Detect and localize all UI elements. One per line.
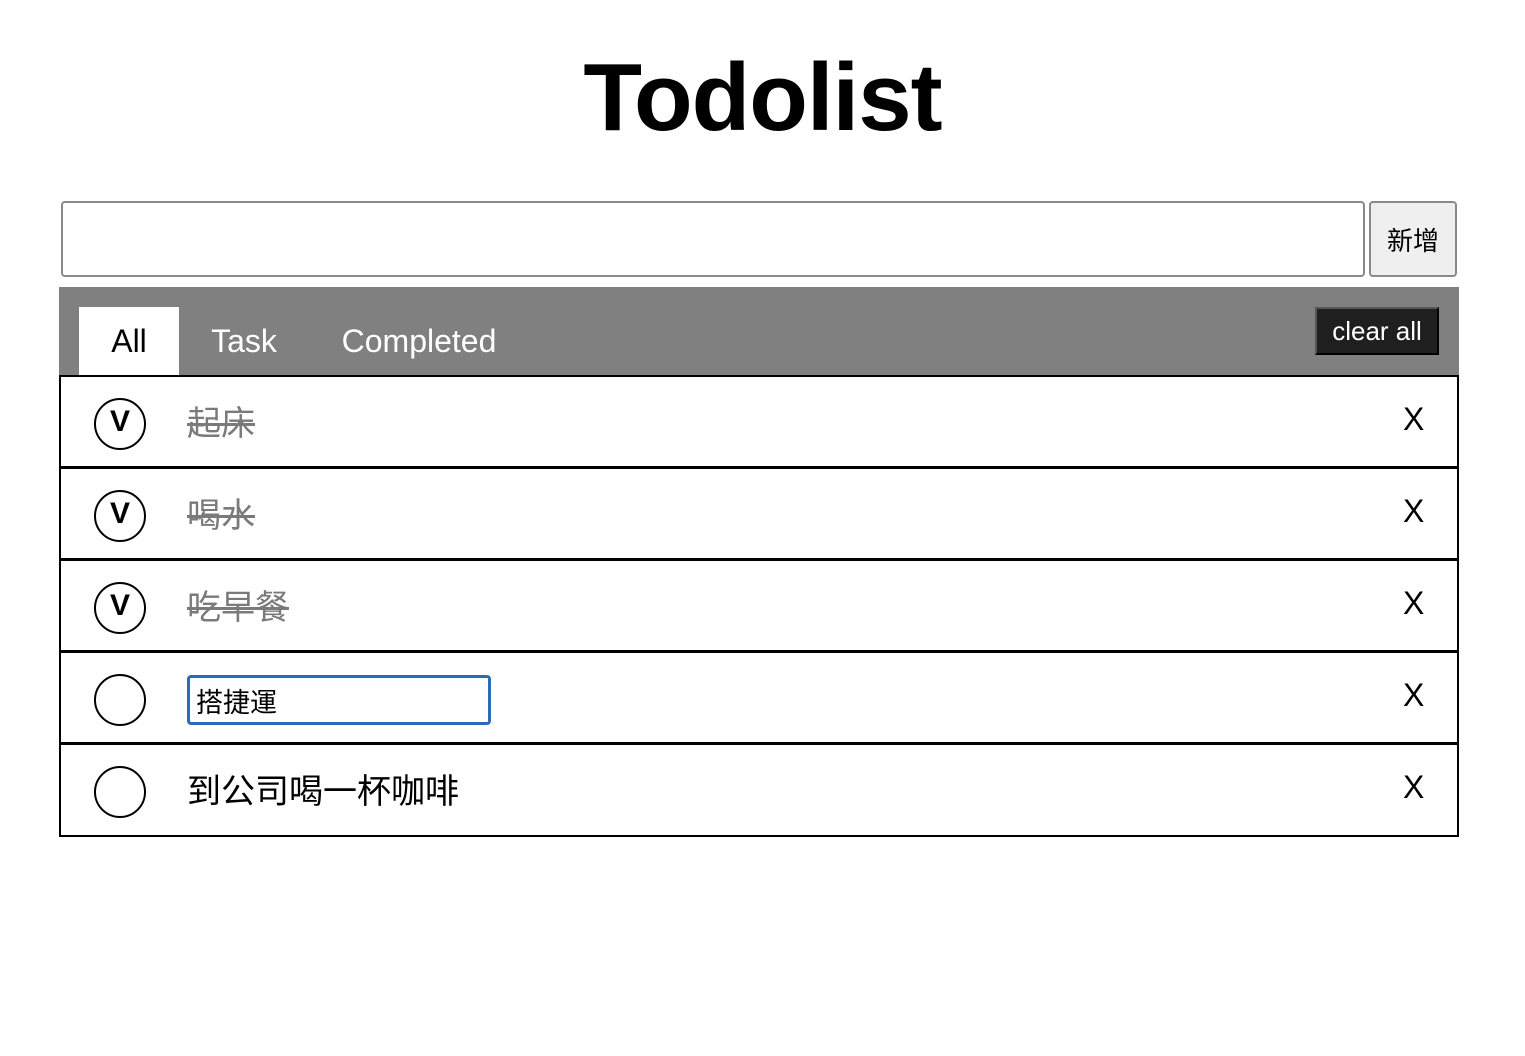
delete-button[interactable]: X	[1403, 765, 1424, 809]
tab-completed[interactable]: Completed	[329, 307, 509, 376]
tab-all[interactable]: All	[79, 307, 179, 376]
delete-button[interactable]: X	[1403, 489, 1424, 533]
todo-text[interactable]: 吃早餐	[187, 586, 289, 630]
todo-text[interactable]: 起床	[187, 402, 255, 446]
complete-toggle[interactable]: V	[94, 490, 146, 542]
clear-all-button[interactable]: clear all	[1315, 307, 1439, 355]
todo-edit-input[interactable]	[187, 675, 491, 725]
todo-text[interactable]: 喝水	[187, 494, 255, 538]
todo-item: V 吃早餐 X	[61, 559, 1457, 651]
tab-bar: All Task Completed clear all	[59, 287, 1459, 376]
complete-toggle[interactable]: V	[94, 398, 146, 450]
complete-toggle[interactable]: V	[94, 582, 146, 634]
todo-item: V 喝水 X	[61, 467, 1457, 559]
tab-task[interactable]: Task	[192, 307, 296, 376]
page-title: Todolist	[583, 44, 942, 151]
add-todo-form: 新增	[61, 201, 1457, 277]
complete-toggle[interactable]	[94, 674, 146, 726]
todo-item: 到公司喝一杯咖啡 X	[61, 743, 1457, 835]
add-button[interactable]: 新增	[1369, 201, 1457, 277]
new-todo-input[interactable]	[61, 201, 1365, 277]
todo-item: V 起床 X	[61, 375, 1457, 467]
delete-button[interactable]: X	[1403, 581, 1424, 625]
todo-list: V 起床 X V 喝水 X V 吃早餐 X X 到公司喝一杯咖啡 X	[59, 375, 1459, 837]
complete-toggle[interactable]	[94, 766, 146, 818]
delete-button[interactable]: X	[1403, 673, 1424, 717]
todo-item: X	[61, 651, 1457, 743]
delete-button[interactable]: X	[1403, 397, 1424, 441]
todo-text[interactable]: 到公司喝一杯咖啡	[187, 770, 459, 814]
